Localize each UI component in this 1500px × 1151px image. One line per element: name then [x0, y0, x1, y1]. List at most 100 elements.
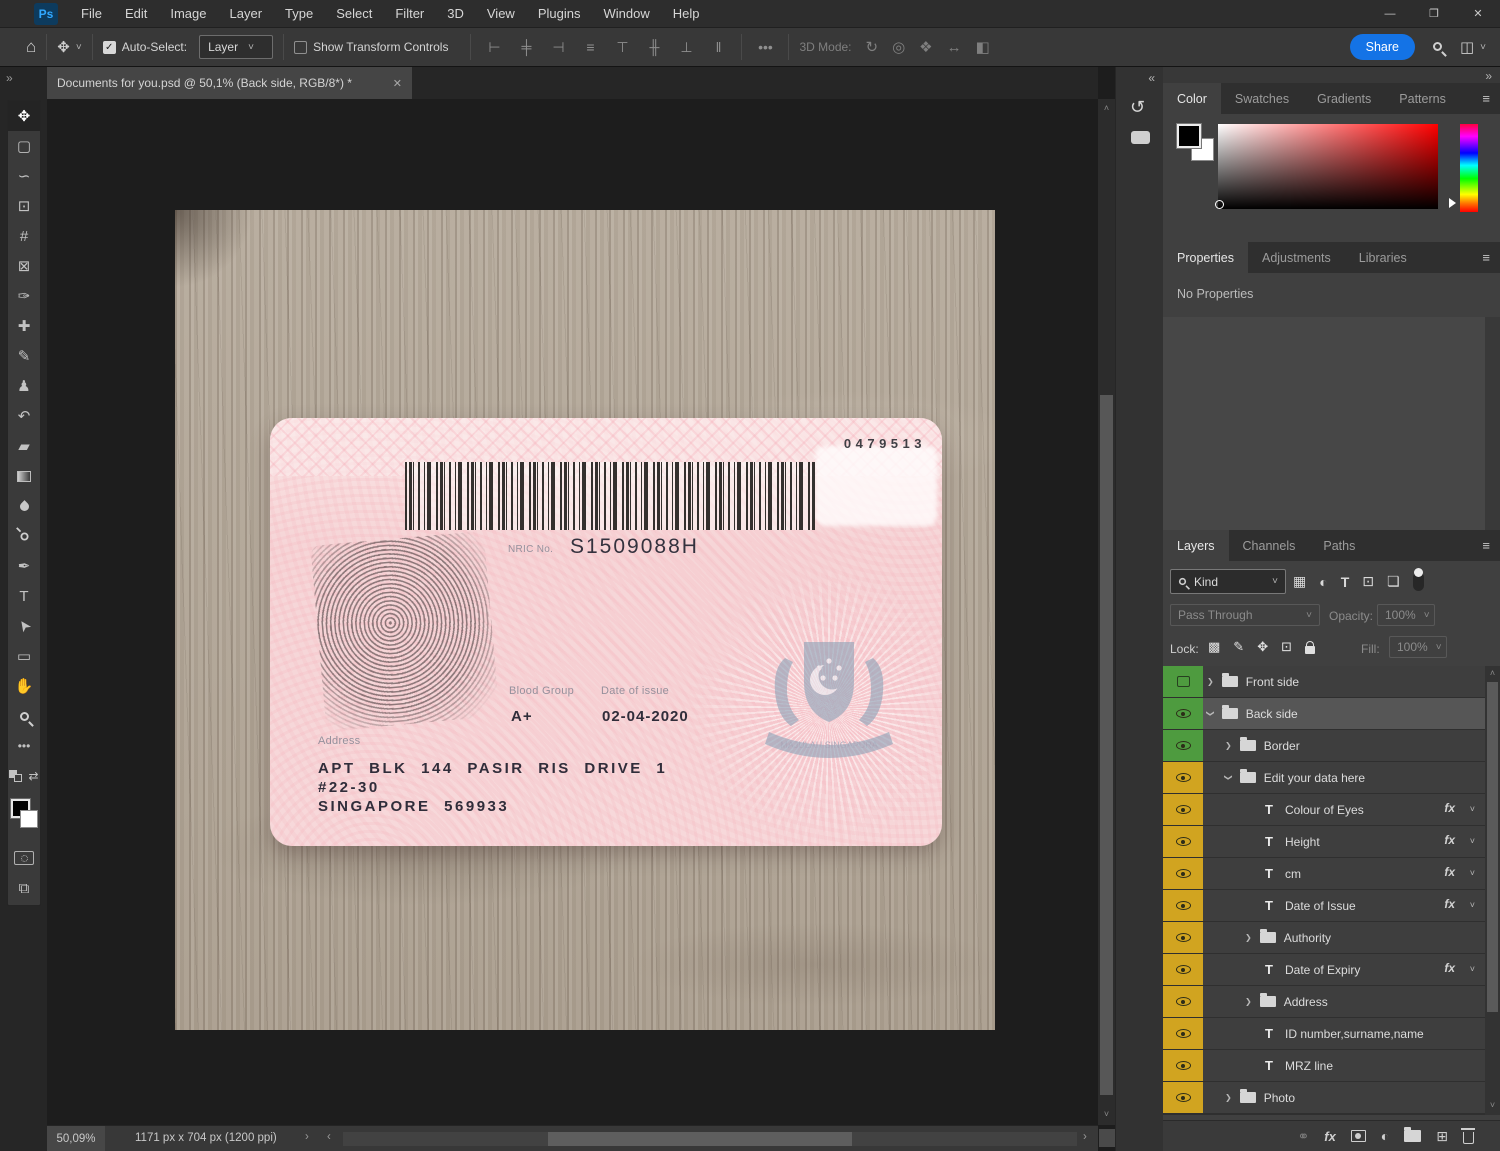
layer-fx-badge[interactable]: fx [1444, 897, 1455, 911]
eye-icon[interactable] [1175, 965, 1191, 974]
filter-shape-layers-icon[interactable]: ⊡ [1362, 573, 1374, 590]
align-top-edges-icon[interactable]: ⊤ [609, 39, 635, 56]
zoom-tool[interactable] [8, 701, 40, 731]
group-expand-icon[interactable]: ❯ [1245, 997, 1252, 1006]
layers-scroll-down-icon[interactable]: ˅ [1485, 1100, 1500, 1110]
expand-panels-icon[interactable]: » [1485, 69, 1492, 83]
horizontal-scroll-thumb[interactable] [548, 1132, 852, 1146]
group-expand-icon[interactable]: ❯ [1207, 677, 1214, 686]
eraser-tool[interactable]: ▰ [8, 431, 40, 461]
clone-stamp-tool[interactable]: ♟ [8, 371, 40, 401]
auto-select-checkbox[interactable]: ✓ [102, 40, 116, 54]
eye-icon[interactable] [1175, 741, 1191, 750]
tab-gradients[interactable]: Gradients [1303, 83, 1385, 114]
layer-visibility-cell[interactable] [1163, 666, 1203, 697]
fx-expand-icon[interactable]: ˅ [1470, 964, 1475, 974]
close-button[interactable]: ✕ [1456, 0, 1500, 27]
layer-fx-badge[interactable]: fx [1444, 865, 1455, 879]
scroll-right-icon[interactable]: › [1083, 1131, 1087, 1143]
fill-field[interactable]: 100% ˅ [1389, 636, 1447, 658]
filter-toggle-switch[interactable] [1412, 568, 1424, 591]
toolbar-expand-icon[interactable]: » [6, 71, 13, 85]
layer-visibility-cell[interactable] [1163, 858, 1203, 889]
layer-fx-badge[interactable]: fx [1444, 801, 1455, 815]
opacity-field[interactable]: 100% ˅ [1377, 604, 1435, 626]
eye-icon[interactable] [1175, 869, 1191, 878]
layer-row[interactable]: ❯ Photo [1163, 1082, 1485, 1113]
eye-icon[interactable] [1175, 997, 1191, 1006]
menu-select[interactable]: Select [336, 6, 372, 21]
menu-3d[interactable]: 3D [447, 6, 464, 21]
tab-swatches[interactable]: Swatches [1221, 83, 1303, 114]
eye-icon[interactable] [1175, 1029, 1191, 1038]
eye-icon[interactable] [1175, 901, 1191, 910]
layer-visibility-cell[interactable] [1163, 762, 1203, 793]
align-vertical-centers-icon[interactable]: ╫ [641, 39, 667, 55]
object-selection-tool[interactable]: ⊡ [8, 191, 40, 221]
lock-image-pixels-icon[interactable]: ✎ [1233, 639, 1244, 655]
move-tool-preset-icon[interactable]: ✥ [57, 38, 70, 56]
layer-fx-badge[interactable]: fx [1444, 961, 1455, 975]
layer-row[interactable]: Tcm fx ˅ [1163, 858, 1485, 889]
search-icon[interactable] [1432, 40, 1442, 54]
document-tab[interactable]: Documents for you.psd @ 50,1% (Back side… [47, 67, 412, 99]
fx-expand-icon[interactable]: ˅ [1470, 804, 1475, 814]
layer-row[interactable]: T ID number,surname,name [1163, 1018, 1485, 1049]
panel-menu-icon[interactable]: ≡ [1482, 91, 1490, 106]
restore-button[interactable]: ❐ [1412, 0, 1456, 27]
add-layer-mask-icon[interactable] [1350, 1130, 1366, 1142]
tab-close-icon[interactable]: ✕ [393, 77, 402, 90]
layer-row[interactable]: T Height fx ˅ [1163, 826, 1485, 857]
blur-tool[interactable] [8, 491, 40, 521]
layer-visibility-cell[interactable] [1163, 1050, 1203, 1081]
layer-effects-icon[interactable]: fx [1324, 1129, 1336, 1144]
canvas-area[interactable]: 0479513 NRIC No. S1509088H Blood Group A… [47, 99, 1098, 1125]
align-left-edges-icon[interactable]: ⊢ [481, 39, 507, 56]
menu-image[interactable]: Image [170, 6, 206, 21]
distribute-horizontal-centers-icon[interactable]: ‖ [705, 39, 731, 55]
filter-smart-objects-icon[interactable]: ❏ [1387, 573, 1400, 590]
3d-roll-icon[interactable]: ◎ [892, 38, 905, 56]
workspace-chevron-icon[interactable]: ˅ [1480, 42, 1486, 53]
menu-filter[interactable]: Filter [395, 6, 424, 21]
layer-fx-badge[interactable]: fx [1444, 833, 1455, 847]
lock-artboard-icon[interactable]: ⊡ [1281, 639, 1292, 655]
workspace-icon[interactable]: ◫ [1460, 38, 1474, 56]
layers-scroll-thumb[interactable] [1487, 682, 1498, 1012]
layer-visibility-cell[interactable] [1163, 922, 1203, 953]
new-group-icon[interactable] [1404, 1127, 1422, 1142]
menu-window[interactable]: Window [603, 6, 649, 21]
swap-colors-icon[interactable]: ⇄ [28, 769, 38, 783]
default-colors-icon[interactable] [9, 770, 23, 782]
fx-expand-icon[interactable]: ˅ [1470, 836, 1475, 846]
tool-preset-chevron-icon[interactable]: ˅ [76, 42, 82, 53]
healing-brush-tool[interactable]: ✚ [8, 311, 40, 341]
delete-layer-icon[interactable] [1461, 1128, 1475, 1144]
status-expand-icon[interactable]: › [305, 1131, 309, 1143]
tab-patterns[interactable]: Patterns [1385, 83, 1460, 114]
brush-tool[interactable]: ✎ [8, 341, 40, 371]
tab-color[interactable]: Color [1163, 83, 1221, 114]
eye-icon[interactable] [1175, 709, 1191, 718]
layer-visibility-cell[interactable] [1163, 1082, 1203, 1113]
menu-edit[interactable]: Edit [125, 6, 147, 21]
group-collapse-icon[interactable]: ❯ [1224, 774, 1233, 781]
dodge-tool[interactable] [8, 521, 40, 551]
layer-visibility-cell[interactable] [1163, 826, 1203, 857]
comments-panel-icon[interactable] [1131, 131, 1150, 144]
layer-row[interactable]: ❯ Back side [1163, 698, 1485, 729]
rectangular-marquee-tool[interactable]: ▢ [8, 131, 40, 161]
layers-scrollbar[interactable]: ˄ ˅ [1485, 666, 1500, 1115]
scroll-left-icon[interactable]: ‹ [327, 1131, 331, 1143]
3d-orbit-icon[interactable]: ↻ [866, 38, 879, 56]
new-adjustment-layer-icon[interactable]: ◐ [1381, 1128, 1389, 1144]
collapse-panels-icon[interactable]: « [1148, 71, 1155, 85]
background-swatch[interactable] [20, 810, 38, 828]
eye-icon[interactable] [1175, 933, 1191, 942]
eye-icon[interactable] [1175, 1093, 1191, 1102]
resize-grip[interactable] [1099, 1129, 1115, 1147]
tab-layers[interactable]: Layers [1163, 530, 1229, 561]
quick-mask-icon[interactable] [8, 843, 40, 873]
history-brush-tool[interactable]: ↶ [8, 401, 40, 431]
minimize-button[interactable]: — [1368, 0, 1412, 27]
